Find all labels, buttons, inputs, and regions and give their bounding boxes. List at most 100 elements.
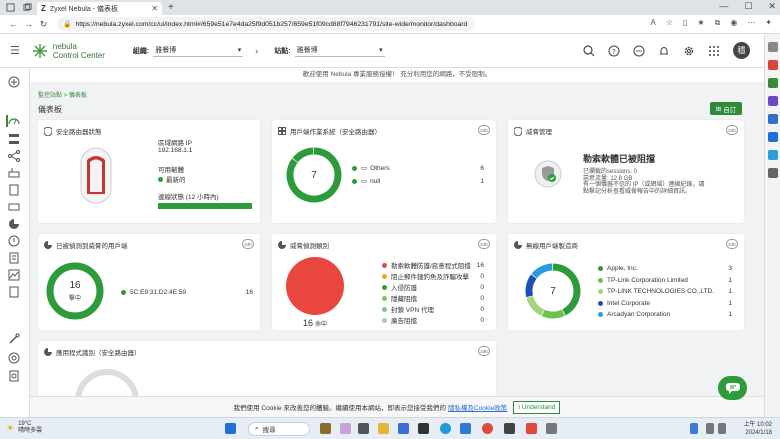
favorites-icon[interactable]: ★ — [697, 18, 704, 28]
gateway-card-title: 安全路由器狀態 — [56, 129, 102, 136]
media-player-icon[interactable] — [504, 423, 515, 434]
site-label: 站點: — [274, 47, 291, 55]
gear-icon[interactable] — [683, 45, 695, 57]
org-selector[interactable]: 組織: 雅餐博 ▾ — [133, 45, 244, 57]
app-icon[interactable] — [526, 423, 537, 434]
time-range-badge[interactable]: 24h — [726, 239, 738, 249]
games-icon[interactable] — [768, 96, 778, 106]
collections-icon[interactable]: ⧉ — [715, 18, 721, 28]
time-range-badge[interactable]: 24h — [478, 346, 490, 356]
chrome-icon[interactable] — [482, 423, 493, 434]
back-icon[interactable]: ← — [6, 19, 21, 29]
chat-support-button[interactable] — [718, 376, 747, 400]
bell-icon[interactable] — [658, 45, 670, 57]
add-sidebar-icon[interactable] — [768, 168, 778, 178]
url-text: https://nebula.zyxel.com/cc/ui/index.htm… — [75, 20, 468, 28]
read-aloud-icon[interactable]: A — [651, 18, 656, 28]
app-identification-card: 應用程式識別（安全路由器） 24h — [38, 341, 496, 401]
search-icon[interactable] — [583, 44, 595, 57]
copilot-icon[interactable]: ✦ — [765, 18, 772, 28]
close-window-icon[interactable]: ✕ — [768, 1, 776, 12]
split-screen-icon[interactable]: ▯ — [683, 18, 687, 28]
nav-add-icon[interactable] — [8, 76, 22, 88]
copilot-taskbar-icon[interactable] — [340, 423, 351, 434]
nav-topology-icon[interactable] — [8, 133, 22, 145]
avatar[interactable]: 穩 — [733, 42, 750, 59]
search-sidebar-icon[interactable] — [768, 42, 778, 52]
volume-icon[interactable] — [718, 423, 726, 434]
legend-label: 入侵防護 — [391, 285, 417, 292]
browser-menu-icon[interactable] — [4, 1, 17, 14]
nav-chart-icon[interactable] — [8, 269, 22, 281]
breadcrumb[interactable]: 監控站點 > 儀表板 — [38, 90, 87, 99]
new-tab-button[interactable]: + — [168, 2, 174, 13]
app2-icon[interactable] — [546, 423, 557, 434]
edge-icon[interactable] — [440, 423, 451, 434]
customize-button[interactable]: ⊞ 自訂 — [710, 102, 742, 115]
legend-item: TP-LINK TECHNOLOGIES CO.,LTD. 1 — [598, 288, 732, 295]
nav-tools-icon[interactable] — [8, 333, 22, 345]
nav-support-icon[interactable] — [8, 352, 22, 364]
store-icon[interactable] — [418, 423, 429, 434]
nav-dashboard-icon[interactable] — [6, 115, 20, 127]
office-icon[interactable] — [768, 114, 778, 124]
apps-grid-icon[interactable] — [708, 45, 720, 57]
outlook-icon[interactable] — [768, 132, 778, 142]
i-understand-button[interactable]: I Understand — [513, 400, 561, 414]
nav-network-icon[interactable] — [8, 150, 22, 162]
pie-chart-icon — [278, 241, 286, 249]
mail-icon[interactable] — [460, 423, 471, 434]
nav-router-icon[interactable] — [8, 167, 22, 179]
weather-widget[interactable]: ☀ 19°C 晴時多雲 — [6, 421, 42, 435]
nav-switch-icon[interactable] — [8, 201, 22, 213]
connection-label: 連線狀態 (12 小時內) — [158, 194, 219, 201]
nav-list-icon[interactable] — [8, 286, 22, 298]
nebula-logo[interactable]: nebula Control Center — [32, 42, 105, 60]
detected-clients-card: 已被偵測到威脅的用戶端 24h 16 擊中 5C:E9:31:D2:4E:59 1… — [38, 234, 260, 330]
address-bar[interactable]: 🔒 https://nebula.zyxel.com/cc/ui/index.h… — [57, 17, 475, 31]
maximize-icon[interactable]: ☐ — [744, 1, 752, 12]
privacy-policy-link[interactable]: 隱私權及Cookie政策 — [448, 402, 507, 412]
lan-ip-label: 區域網路 IP — [158, 140, 192, 147]
time-range-badge[interactable]: 24h — [242, 239, 254, 249]
legend-dot — [598, 277, 603, 283]
time-range-badge[interactable]: 24h — [478, 125, 490, 135]
nav-ap-icon[interactable] — [8, 184, 22, 196]
nav-doc-icon[interactable] — [8, 252, 22, 264]
wifi-icon[interactable] — [706, 423, 714, 434]
legend-dot — [382, 273, 387, 279]
tray-app-icon[interactable] — [690, 423, 698, 434]
tools-icon[interactable] — [768, 78, 778, 88]
time-range-badge[interactable]: 24h — [726, 125, 738, 135]
shopping-icon[interactable] — [768, 60, 778, 70]
legend-dot — [352, 165, 357, 171]
taskbar-search[interactable]: ⌕ 搜尋 — [248, 422, 310, 436]
more-icon[interactable]: ⋯ — [747, 18, 755, 28]
favorite-star-icon[interactable]: ☆ — [666, 18, 673, 28]
tab-actions-icon[interactable] — [21, 1, 34, 14]
nav-alert-icon[interactable] — [8, 235, 22, 247]
help-icon[interactable]: ? — [608, 45, 620, 57]
teams-icon[interactable] — [398, 423, 409, 434]
legend-value: 1 — [728, 276, 732, 284]
profile-icon[interactable]: ◉ — [730, 18, 737, 28]
telegram-icon[interactable] — [768, 150, 778, 160]
close-tab-icon[interactable]: ✕ — [151, 4, 158, 13]
browser-tab[interactable]: Z Zyxel Nebula - 儀表板 ✕ — [37, 2, 162, 15]
system-clock[interactable]: 上午 10:02 2024/1/18 — [743, 421, 772, 437]
minimize-icon[interactable]: — — [719, 1, 728, 12]
time-range-badge[interactable]: 24h — [478, 239, 490, 249]
router-device-image — [80, 147, 112, 204]
widgets-icon[interactable] — [320, 423, 331, 434]
site-selector[interactable]: 站點: 雅餐博 ▾ — [274, 45, 385, 57]
chat-bubble-icon[interactable] — [633, 45, 645, 57]
nav-license-icon[interactable] — [8, 370, 22, 382]
forward-icon[interactable]: → — [21, 19, 36, 29]
refresh-icon[interactable]: ↻ — [36, 19, 51, 30]
hamburger-menu-icon[interactable]: ☰ — [10, 44, 20, 57]
nav-report-icon[interactable] — [8, 218, 22, 230]
legend-dot — [382, 262, 387, 268]
windows-start-icon[interactable] — [225, 423, 236, 434]
file-explorer-icon[interactable] — [378, 423, 389, 434]
task-view-icon[interactable] — [358, 423, 369, 434]
